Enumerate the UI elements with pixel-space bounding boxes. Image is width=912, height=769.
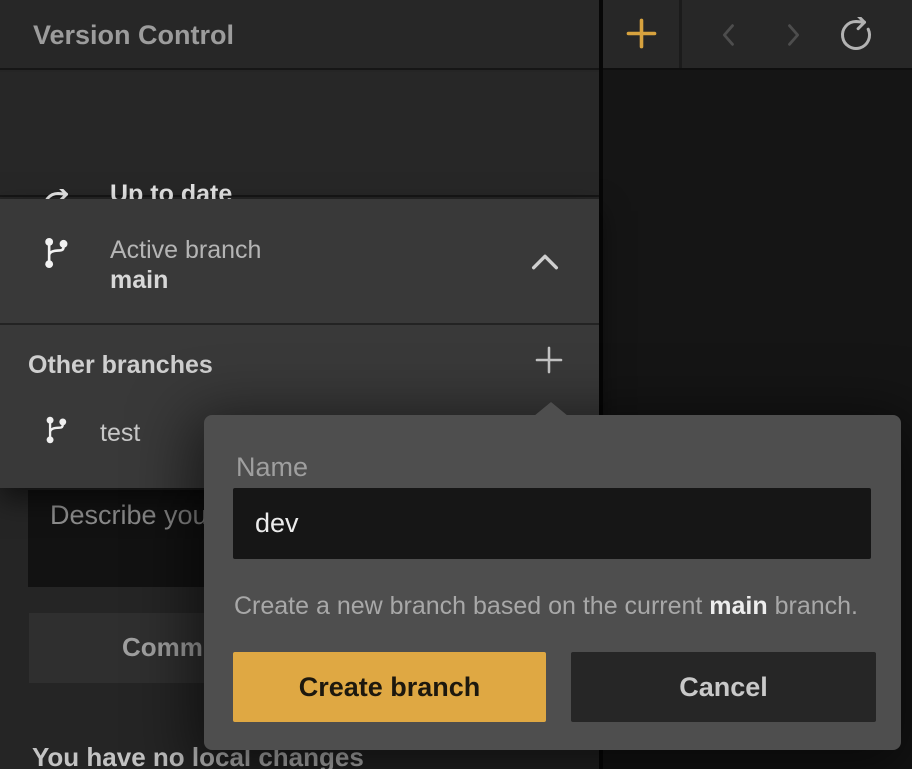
back-chevron-icon[interactable] <box>716 21 742 49</box>
plus-icon <box>625 17 658 50</box>
add-button[interactable] <box>603 0 682 68</box>
panel-header: Version Control <box>0 0 599 70</box>
create-branch-button[interactable]: Create branch <box>233 652 546 722</box>
branch-name: test <box>100 419 140 448</box>
toolbar <box>603 0 912 70</box>
dialog-description: Create a new branch based on the current… <box>234 592 858 621</box>
active-branch-label: Active branch <box>110 235 261 265</box>
description-prefix: Create a new branch based on the current <box>234 592 709 620</box>
refresh-icon[interactable] <box>838 17 874 53</box>
active-branch-row[interactable]: Active branch main <box>0 199 599 325</box>
git-branch-icon <box>44 415 70 445</box>
description-suffix: branch. <box>768 592 858 620</box>
active-branch-name: main <box>110 265 261 295</box>
git-branch-icon <box>42 236 72 270</box>
dialog-caret <box>534 402 568 416</box>
page-title: Version Control <box>33 0 234 70</box>
forward-chevron-icon[interactable] <box>780 21 806 49</box>
description-branch-name: main <box>709 592 767 620</box>
version-control-window: Version Control Up to date Last updated … <box>0 0 912 769</box>
other-branches-header: Other branches <box>0 327 599 401</box>
dialog-buttons-row: Create branch Cancel <box>204 652 901 722</box>
branch-name-input[interactable] <box>233 488 871 559</box>
add-branch-icon[interactable] <box>532 343 566 377</box>
other-branches-label: Other branches <box>28 351 213 380</box>
chevron-up-icon[interactable] <box>528 249 562 275</box>
create-branch-dialog: Name Create a new branch based on the cu… <box>204 415 901 750</box>
cancel-button[interactable]: Cancel <box>571 652 876 722</box>
active-branch-text: Active branch main <box>110 235 261 295</box>
sync-status-section: Up to date Last updated 15:29 <box>0 72 599 197</box>
name-field-label: Name <box>236 452 308 483</box>
